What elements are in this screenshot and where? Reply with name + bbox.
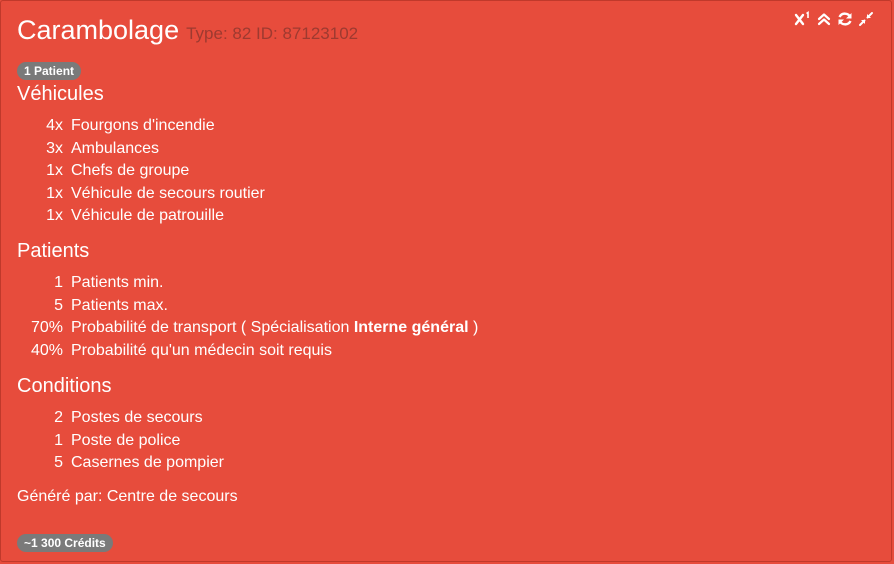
credits-badge: ~1 300 Crédits xyxy=(17,534,113,552)
mission-meta: Type: 82 ID: 87123102 xyxy=(186,24,359,43)
list-item: 1x Chefs de groupe xyxy=(46,162,190,180)
mission-header: Carambolage Type: 82 ID: 87123102 xyxy=(17,15,358,51)
list-item: 3x Ambulances xyxy=(46,139,160,157)
list-item: 1 Patients min. xyxy=(54,274,164,292)
collapse-button[interactable] xyxy=(815,10,833,28)
patients-title: Patients xyxy=(17,240,90,262)
list-item: 70% Probabilité de transport ( Spécialis… xyxy=(30,319,479,337)
list-item: 2 Postes de secours xyxy=(54,409,203,427)
compress-icon xyxy=(859,12,873,26)
refresh-icon xyxy=(838,12,852,26)
list-item: 5 Casernes de pompier xyxy=(54,454,224,472)
generated-by: Généré par: Centre de secours xyxy=(17,488,238,505)
header-actions xyxy=(794,10,875,28)
list-item: 1 Poste de police xyxy=(54,431,181,449)
superscript-button[interactable] xyxy=(794,10,812,28)
conditions-title: Conditions xyxy=(17,375,112,397)
mission-title: Carambolage xyxy=(17,15,180,45)
refresh-button[interactable] xyxy=(836,10,854,28)
chevrons-up-icon xyxy=(817,13,831,26)
list-item: 4x Fourgons d'incendie xyxy=(46,117,215,135)
vehicles-list: 4x Fourgons d'incendie 3x Ambulances 1x Che… xyxy=(17,115,817,228)
list-item: 5 Patients max. xyxy=(54,296,168,314)
patient-count-badge: 1 Patient xyxy=(17,62,82,80)
specialization-name: Interne général xyxy=(353,319,469,337)
list-item: 1x Véhicule de secours routier xyxy=(46,184,265,202)
patients-list: 1 Patients min. 5 Patients max. 70% Probab… xyxy=(17,272,817,362)
superscript-icon xyxy=(794,11,809,26)
list-item: 1x Véhicule de patrouille xyxy=(46,207,224,225)
mission-panel: Carambolage Type: 82 ID: 87123102 1 Pati… xyxy=(0,0,892,562)
compress-button[interactable] xyxy=(857,10,875,28)
vehicles-title: Véhicules xyxy=(17,83,104,105)
conditions-list: 2 Postes de secours 1 Poste de police 5 Cas… xyxy=(17,407,817,475)
list-item: 40% Probabilité qu'un médecin soit requis xyxy=(30,341,332,359)
